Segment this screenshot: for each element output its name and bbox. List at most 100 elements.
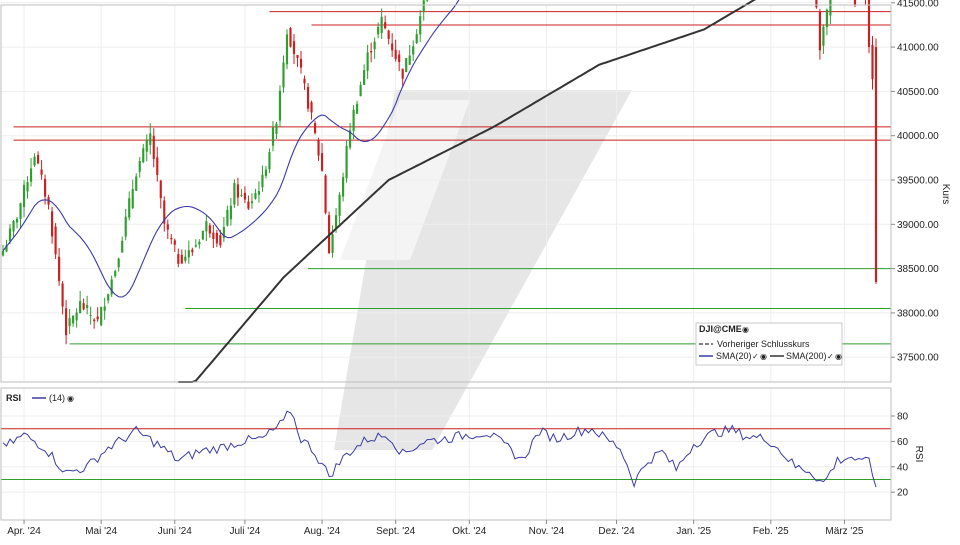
- candle-body: [117, 258, 120, 268]
- candle-body: [818, 11, 821, 51]
- candle-body: [177, 254, 180, 264]
- candle-body: [324, 175, 327, 213]
- candle-body: [65, 308, 68, 336]
- candle-body: [75, 312, 78, 321]
- candle-body: [236, 184, 239, 198]
- candle-body: [317, 140, 320, 156]
- candle-body: [89, 315, 92, 317]
- candle-body: [29, 168, 33, 182]
- candle-body: [159, 180, 162, 199]
- x-tick-label: Dez. '24: [598, 526, 635, 537]
- candle-body: [100, 307, 103, 326]
- candle-body: [426, 0, 429, 1]
- candle-body: [142, 148, 145, 162]
- candle-body: [198, 241, 201, 245]
- candle-body: [128, 198, 131, 218]
- candle-body: [338, 194, 341, 216]
- y-tick-label: 39500.00: [897, 176, 939, 187]
- x-tick-label: Jan. '25: [676, 526, 711, 537]
- candle-body: [68, 318, 71, 327]
- x-tick-label: Feb. '25: [753, 526, 789, 537]
- candle-body: [331, 234, 334, 253]
- candle-body: [191, 249, 194, 253]
- candle-body: [377, 27, 380, 35]
- candle-body: [156, 157, 159, 175]
- legend-sma20-gear-icon: ◉: [760, 352, 767, 361]
- main-y-axis: 37500.00 38000.00 38500.00 39000.00 39500.00…: [891, 0, 939, 364]
- candle-body: [250, 201, 254, 204]
- rsi-y-axis: 20 40 60 80: [891, 412, 909, 499]
- candle-body: [152, 135, 155, 159]
- candle-body: [282, 62, 285, 88]
- candle-body: [12, 220, 15, 232]
- candle-body: [114, 271, 117, 277]
- candle-body: [173, 240, 176, 245]
- candle-body: [373, 41, 376, 50]
- candle-body: [36, 154, 40, 164]
- candle-body: [40, 169, 43, 175]
- candle-body: [201, 230, 204, 240]
- candle-body: [292, 41, 296, 54]
- candle-body: [408, 55, 411, 65]
- candle-body: [387, 30, 390, 39]
- y-tick-label: 41000.00: [897, 43, 939, 54]
- candle-body: [61, 283, 64, 307]
- candle-body: [15, 218, 19, 223]
- y-tick-label: 39000.00: [897, 220, 939, 231]
- candle-body: [240, 195, 243, 197]
- y-tick-label: 40000.00: [897, 131, 939, 142]
- candle-body: [384, 22, 387, 29]
- candle-body: [398, 54, 401, 63]
- legend-symbol: DJI@CME: [699, 324, 742, 334]
- candle-body: [264, 169, 268, 176]
- rsi-title: RSI: [6, 393, 21, 403]
- candle-body: [254, 192, 257, 199]
- candle-body: [208, 225, 211, 234]
- candle-body: [103, 306, 106, 311]
- candle-body: [871, 44, 874, 80]
- y-tick-label: 38000.00: [897, 308, 939, 319]
- candle-body: [215, 232, 218, 244]
- candle-body: [54, 226, 57, 255]
- candle-body: [815, 0, 818, 8]
- legend-sma20: SMA(20): [716, 351, 752, 361]
- legend-prev-close: Vorheriger Schlusskurs: [717, 339, 810, 349]
- candle-body: [285, 34, 289, 65]
- candle-body: [187, 250, 190, 258]
- y-tick-label: 41500.00: [897, 0, 939, 9]
- legend-sma200: SMA(200): [786, 351, 827, 361]
- rsi-y-label: RSI: [913, 446, 924, 463]
- candle-body: [226, 209, 229, 226]
- rsi-tick-label: 20: [897, 488, 909, 499]
- candle-body: [278, 90, 282, 121]
- candle-body: [419, 16, 422, 35]
- candle-body: [26, 182, 29, 192]
- candle-body: [33, 156, 36, 166]
- candle-body: [289, 28, 292, 47]
- candle-body: [8, 228, 12, 242]
- candle-body: [401, 68, 404, 79]
- candle-body: [131, 189, 134, 209]
- candle-body: [145, 139, 148, 152]
- candle-body: [296, 55, 299, 58]
- candle-body: [43, 178, 47, 197]
- rsi-tick-label: 60: [897, 437, 909, 448]
- candle-body: [82, 303, 85, 310]
- x-tick-label: Mai '24: [85, 526, 117, 537]
- candle-body: [170, 237, 173, 240]
- candle-body: [867, 0, 871, 47]
- candle-body: [366, 52, 369, 71]
- candle-body: [363, 70, 366, 85]
- candle-body: [243, 192, 246, 200]
- chart-stage: 37500.00 38000.00 38500.00 39000.00 39500.00…: [0, 0, 960, 540]
- candle-body: [412, 46, 415, 55]
- candle-body: [93, 319, 96, 322]
- legend: DJI@CME ◉ Vorheriger Schlusskurs SMA(20)…: [695, 322, 843, 366]
- candle-body: [261, 174, 264, 188]
- candle-body: [135, 176, 138, 191]
- candle-body: [342, 177, 345, 197]
- candle-body: [257, 191, 261, 195]
- candle-body: [874, 47, 878, 282]
- candle-body: [313, 123, 317, 134]
- candle-body: [303, 78, 306, 84]
